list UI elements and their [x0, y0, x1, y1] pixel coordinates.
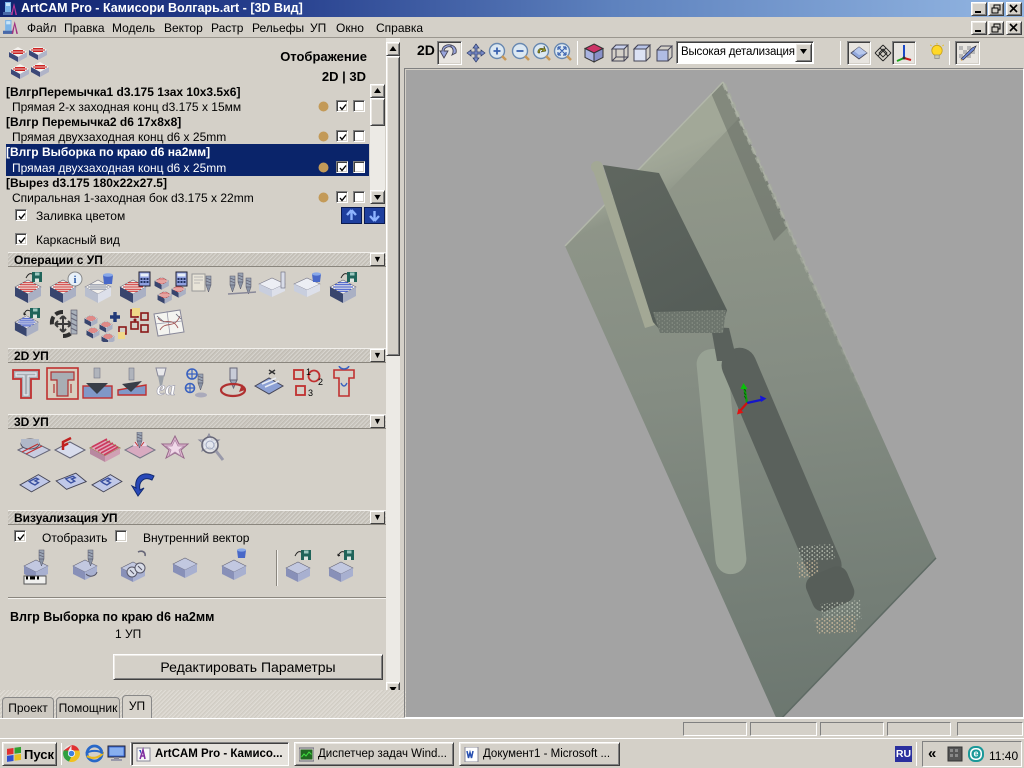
svg-text:e: e: [973, 749, 978, 759]
svg-text:i: i: [74, 275, 77, 286]
svg-text:2: 2: [318, 377, 323, 387]
svg-text:3: 3: [308, 388, 313, 398]
svg-text:ea: ea: [157, 378, 176, 400]
svg-text:1: 1: [306, 367, 311, 377]
